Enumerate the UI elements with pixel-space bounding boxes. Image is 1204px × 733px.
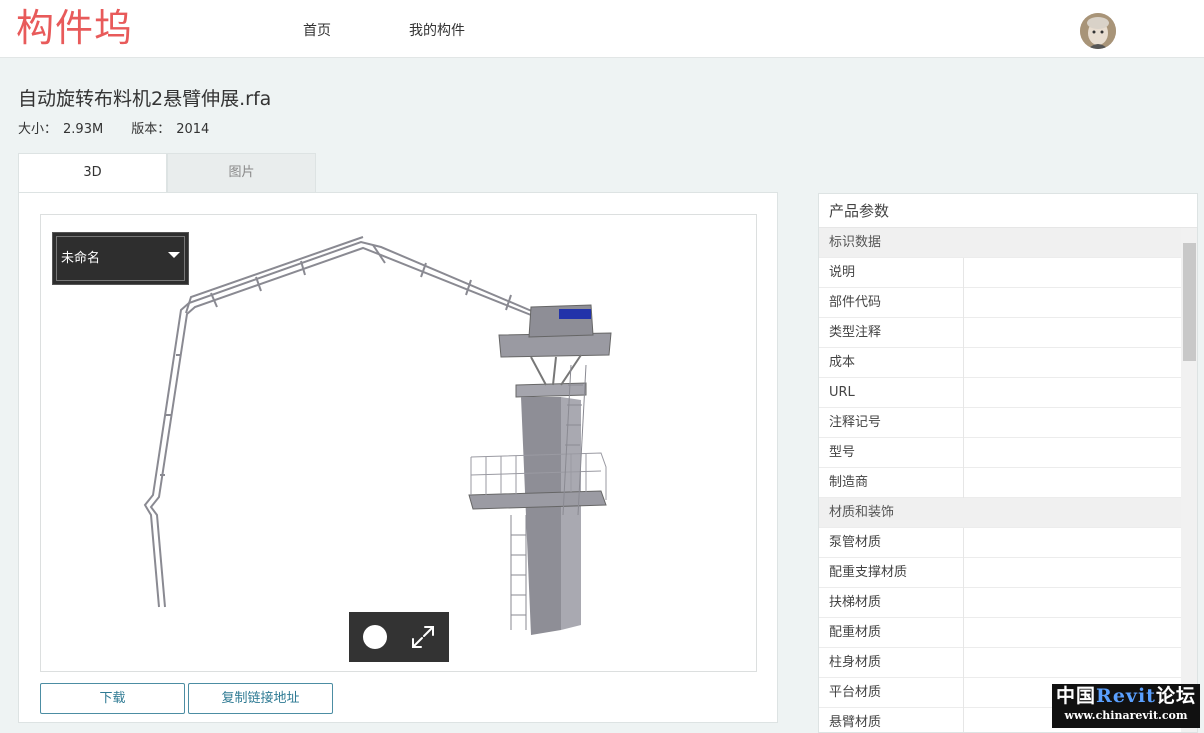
- copy-link-button[interactable]: 复制链接地址: [188, 683, 333, 714]
- parameter-row: 型号: [819, 438, 1181, 468]
- parameter-value: [963, 648, 1181, 678]
- parameter-name: URL: [829, 385, 855, 400]
- watermark-url: www.chinarevit.com: [1064, 709, 1188, 722]
- parameter-name: 平台材质: [829, 685, 882, 700]
- component-title: 自动旋转布料机2悬臂伸展.rfa: [18, 88, 272, 110]
- tab-3d[interactable]: 3D: [18, 153, 167, 193]
- parameters-scrollbar[interactable]: [1181, 228, 1197, 732]
- parameter-name: 制造商: [829, 475, 869, 490]
- size-label: 大小：: [18, 122, 58, 137]
- parameter-value: [963, 378, 1181, 408]
- parameter-row: 类型注释: [819, 318, 1181, 348]
- parameter-name: 悬臂材质: [829, 715, 882, 730]
- parameter-row: 配重材质: [819, 618, 1181, 648]
- view-selector-dropdown[interactable]: 未命名: [52, 232, 189, 285]
- parameter-group-header: 材质和装饰: [819, 498, 1181, 528]
- parameter-value: [963, 408, 1181, 438]
- tab-images[interactable]: 图片: [167, 153, 316, 193]
- parameter-row: 泵管材质: [819, 528, 1181, 558]
- parameter-value: [963, 348, 1181, 378]
- size-value: 2.93M: [63, 122, 104, 137]
- version-label: 版本：: [131, 122, 171, 137]
- parameter-name: 成本: [829, 355, 856, 370]
- parameter-group-header: 标识数据: [819, 228, 1181, 258]
- scrollbar-thumb[interactable]: [1183, 243, 1196, 361]
- avatar-image: [1080, 13, 1116, 49]
- parameter-value: [963, 438, 1181, 468]
- site-logo[interactable]: 构件坞: [16, 6, 133, 50]
- parameter-value: [963, 528, 1181, 558]
- parameter-row: 注释记号: [819, 408, 1181, 438]
- parameter-row: 制造商: [819, 468, 1181, 498]
- parameter-name: 说明: [829, 265, 856, 280]
- parameter-name: 扶梯材质: [829, 595, 882, 610]
- parameter-value: [963, 618, 1181, 648]
- parameter-row: 配重支撑材质: [819, 558, 1181, 588]
- parameter-value: [963, 258, 1181, 288]
- parameter-value: [963, 558, 1181, 588]
- parameter-name: 配重材质: [829, 625, 882, 640]
- caret-down-icon: [168, 252, 180, 258]
- nav-home[interactable]: 首页: [303, 20, 331, 40]
- parameter-name: 部件代码: [829, 295, 882, 310]
- parameter-row: 成本: [819, 348, 1181, 378]
- parameter-row: 柱身材质: [819, 648, 1181, 678]
- watermark-text-a: 中国: [1056, 685, 1097, 707]
- boom-arm: [143, 236, 547, 608]
- parameter-value: [963, 318, 1181, 348]
- download-button[interactable]: 下载: [40, 683, 185, 714]
- parameter-value: [963, 468, 1181, 498]
- site-watermark: 中国Revit论坛 www.chinarevit.com: [1052, 684, 1200, 728]
- view-selector-value: 未命名: [61, 251, 101, 266]
- fullscreen-glyph: [412, 626, 434, 648]
- tower-head: [498, 304, 612, 398]
- parameter-row: 扶梯材质: [819, 588, 1181, 618]
- parameters-title: 产品参数: [819, 194, 1197, 228]
- top-navigation-bar: 构件坞 首页 我的构件: [0, 0, 1204, 58]
- parameter-row: 说明: [819, 258, 1181, 288]
- watermark-text-c: 论坛: [1155, 685, 1196, 707]
- parameter-name: 类型注释: [829, 325, 882, 340]
- parameter-name: 注释记号: [829, 415, 882, 430]
- parameter-name: 泵管材质: [829, 535, 882, 550]
- 3d-viewer[interactable]: 未命名: [40, 214, 757, 672]
- nav-my-components[interactable]: 我的构件: [409, 20, 465, 40]
- tower-column: [521, 397, 581, 635]
- fullscreen-icon[interactable]: [411, 625, 435, 649]
- parameter-value: [963, 288, 1181, 318]
- watermark-text-b: Revit: [1096, 685, 1156, 707]
- parameter-name: 配重支撑材质: [829, 565, 908, 580]
- version-value: 2014: [176, 122, 210, 137]
- preview-panel: 未命名 下载 复制链接地址: [18, 192, 778, 723]
- parameter-value: [963, 588, 1181, 618]
- user-avatar[interactable]: [1080, 13, 1116, 49]
- parameter-name: 型号: [829, 445, 856, 460]
- parameter-row: URL: [819, 378, 1181, 408]
- watermark-title: 中国Revit论坛: [1052, 684, 1200, 708]
- viewer-controls: [349, 612, 449, 662]
- parameter-row: 部件代码: [819, 288, 1181, 318]
- component-meta: 大小： 2.93M 版本： 2014: [18, 118, 215, 137]
- parameter-name: 柱身材质: [829, 655, 882, 670]
- home-view-button[interactable]: [363, 625, 387, 649]
- product-parameters-panel: 产品参数 标识数据说明部件代码类型注释成本 URL 注释记号型号制造商材质和装饰泵管…: [818, 193, 1198, 733]
